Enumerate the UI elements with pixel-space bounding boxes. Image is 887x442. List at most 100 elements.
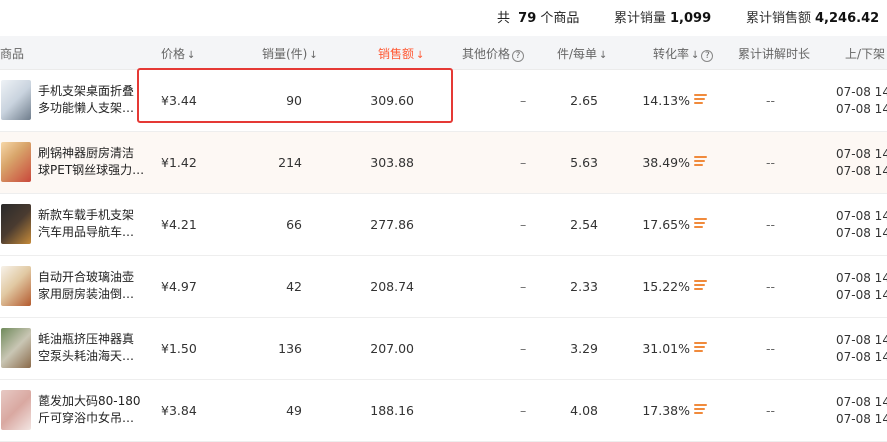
other-price-cell: – [520,279,527,294]
shelf-off-time: 07-08 14 [836,226,887,240]
revenue-cell: 277.86 [370,217,414,232]
trend-bars-icon[interactable] [694,342,707,355]
conversion-cell: 17.65% [642,217,690,232]
sales-cell: 42 [286,279,302,294]
table-row[interactable]: 自动开合玻璃油壶 家用厨房装油倒… ¥4.97 42 208.74 – 2.33… [0,256,887,318]
trend-bars-icon[interactable] [694,218,707,231]
col-per-order[interactable]: 件/每单 ↓ [557,45,607,62]
price-cell: ¥4.21 [161,217,197,232]
table-row[interactable]: 蚝油瓶挤压神器真 空泵头耗油海天… ¥1.50 136 207.00 – 3.2… [0,318,887,380]
conversion-cell: 31.01% [642,341,690,356]
help-icon[interactable]: ? [701,50,714,62]
sort-icon[interactable]: ↓ [691,50,699,61]
shelf-off-time: 07-08 14 [836,412,887,426]
summary-bar: 共 79 个商品 累计销量 1,099 累计销售额 4,246.42 [0,0,887,34]
col-other-price-label: 其他价格 [462,47,511,61]
product-thumbnail[interactable] [1,142,31,182]
product-name-line2: 家用厨房装油倒… [38,287,135,301]
table-row[interactable]: 蓖发加大码80-180 斤可穿浴巾女吊… ¥3.84 49 188.16 – 4… [0,380,887,442]
sort-icon[interactable]: ↓ [416,50,424,61]
product-name[interactable]: 新款车载手机支架 汽车用品导航车… [38,207,148,241]
total-revenue-label: 累计销售额 [746,11,812,26]
sort-icon[interactable]: ↓ [309,50,317,61]
sales-cell: 49 [286,403,302,418]
count-value: 79 [518,11,537,26]
revenue-cell: 188.16 [370,403,414,418]
help-icon[interactable]: ? [512,50,525,62]
product-thumbnail[interactable] [1,390,31,430]
col-per-order-label: 件/每单 [557,47,598,61]
shelf-on-time: 07-08 14 [836,85,887,99]
product-name[interactable]: 蓖发加大码80-180 斤可穿浴巾女吊… [38,393,148,427]
product-thumbnail[interactable] [1,204,31,244]
duration-cell: -- [766,279,776,294]
product-name[interactable]: 自动开合玻璃油壶 家用厨房装油倒… [38,269,148,303]
col-updown: 上/下架 [845,47,886,61]
price-cell: ¥1.50 [161,341,197,356]
table-row[interactable]: 刷锅神器厨房清洁 球PET钢丝球强力… ¥1.42 214 303.88 – 5… [0,132,887,194]
product-name-line1: 手机支架桌面折叠 [38,84,135,98]
shelf-on-time: 07-08 14 [836,209,887,223]
conversion-cell: 38.49% [642,155,690,170]
shelf-on-time: 07-08 14 [836,333,887,347]
sort-icon[interactable]: ↓ [187,50,195,61]
duration-cell: -- [766,93,776,108]
updown-time: 07-08 14 07-08 14 [836,332,887,366]
updown-time: 07-08 14 07-08 14 [836,84,887,118]
shelf-off-time: 07-08 14 [836,164,887,178]
updown-time: 07-08 14 07-08 14 [836,270,887,304]
sales-cell: 214 [278,155,302,170]
product-thumbnail[interactable] [1,266,31,306]
duration-cell: -- [766,155,776,170]
other-price-cell: – [520,217,527,232]
product-count: 共 79 个商品 [497,7,579,26]
sales-cell: 90 [286,93,302,108]
price-cell: ¥4.97 [161,279,197,294]
trend-bars-icon[interactable] [694,156,707,169]
trend-bars-icon[interactable] [694,94,707,107]
product-name-line2: 汽车用品导航车… [38,225,135,239]
product-name[interactable]: 刷锅神器厨房清洁 球PET钢丝球强力… [38,145,148,179]
conversion-cell: 14.13% [642,93,690,108]
duration-cell: -- [766,217,776,232]
product-thumbnail[interactable] [1,328,31,368]
other-price-cell: – [520,155,527,170]
shelf-off-time: 07-08 14 [836,350,887,364]
revenue-cell: 207.00 [370,341,414,356]
col-other-price: 其他价格? [462,45,525,62]
table-row[interactable]: 新款车载手机支架 汽车用品导航车… ¥4.21 66 277.86 – 2.54… [0,194,887,256]
updown-time: 07-08 14 07-08 14 [836,146,887,180]
revenue-cell: 303.88 [370,155,414,170]
total-sales-value: 1,099 [670,11,712,26]
price-cell: ¥3.84 [161,403,197,418]
product-thumbnail[interactable] [1,80,31,120]
shelf-on-time: 07-08 14 [836,147,887,161]
duration-cell: -- [766,403,776,418]
per-order-cell: 2.33 [570,279,598,294]
per-order-cell: 3.29 [570,341,598,356]
total-sales: 累计销量 1,099 [614,7,711,26]
product-name-line2: 斤可穿浴巾女吊… [38,411,135,425]
col-product: 商品 [0,47,25,61]
duration-cell: -- [766,341,776,356]
table-row[interactable]: 手机支架桌面折叠 多功能懒人支架… ¥3.44 90 309.60 – 2.65… [0,70,887,132]
sort-icon[interactable]: ↓ [599,50,607,61]
other-price-cell: – [520,341,527,356]
col-sales[interactable]: 销量(件) ↓ [262,45,318,62]
count-suffix: 个商品 [540,11,580,26]
price-cell: ¥1.42 [161,155,197,170]
product-name[interactable]: 手机支架桌面折叠 多功能懒人支架… [38,83,148,117]
product-name-line1: 刷锅神器厨房清洁 [38,146,135,160]
product-name[interactable]: 蚝油瓶挤压神器真 空泵头耗油海天… [38,331,148,365]
col-revenue-label: 销售额 [378,47,415,61]
shelf-off-time: 07-08 14 [836,288,887,302]
updown-time: 07-08 14 07-08 14 [836,394,887,428]
trend-bars-icon[interactable] [694,280,707,293]
col-conversion[interactable]: 转化率 ↓? [653,45,714,62]
col-price[interactable]: 价格 ↓ [161,45,195,62]
col-revenue[interactable]: 销售额 ↓ [378,45,424,62]
shelf-off-time: 07-08 14 [836,102,887,116]
per-order-cell: 5.63 [570,155,598,170]
product-name-line1: 蓖发加大码80-180 [38,394,141,408]
trend-bars-icon[interactable] [694,404,707,417]
